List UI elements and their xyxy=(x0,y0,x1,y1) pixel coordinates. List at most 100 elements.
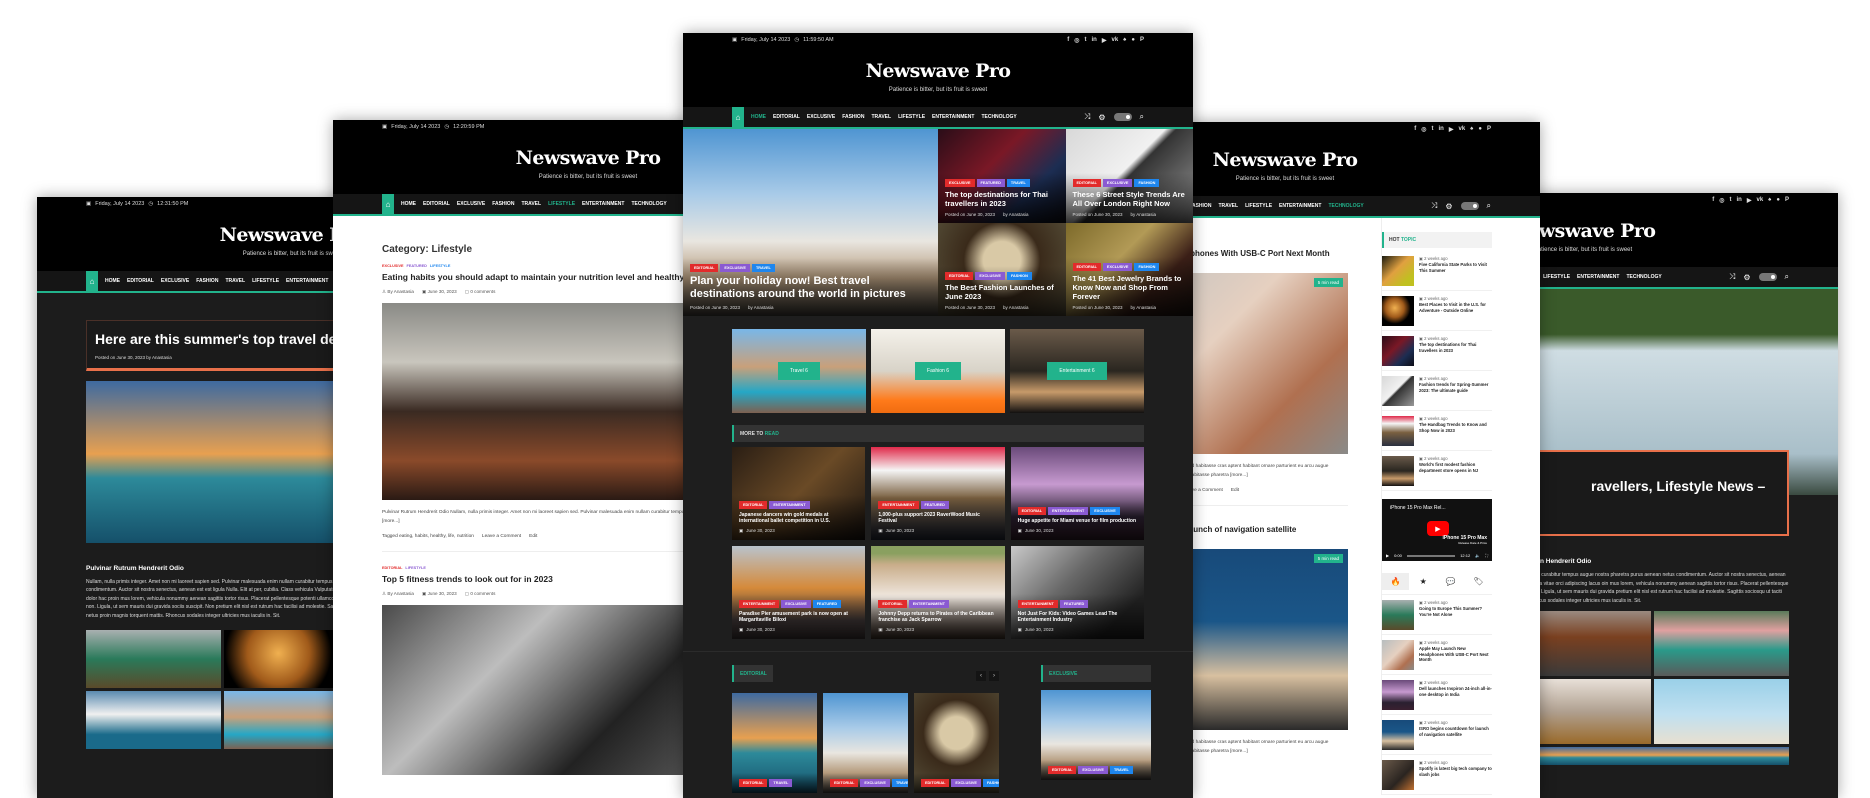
youtube-icon[interactable]: ▶ xyxy=(1449,126,1454,133)
category-label[interactable]: Fashion 6 xyxy=(915,362,961,380)
edit-link[interactable]: Edit xyxy=(1231,488,1239,493)
category-tag[interactable]: Entertainment xyxy=(1017,600,1058,608)
instagram-icon[interactable]: ◎ xyxy=(1074,37,1079,44)
dark-mode-toggle[interactable] xyxy=(1460,202,1479,210)
post-title[interactable]: Huge appetite for Miami venue for film p… xyxy=(1018,518,1137,524)
nav-item-editorial[interactable]: Editorial xyxy=(773,114,800,120)
post-title[interactable]: Going to Europe This Summer? You're Not … xyxy=(1419,606,1492,617)
category-tag[interactable]: Editorial xyxy=(921,779,950,787)
home-icon[interactable]: ⌂ xyxy=(382,194,394,214)
post-thumbnail[interactable] xyxy=(1382,680,1414,710)
editorial-card[interactable]: EditorialExclusiveTravel xyxy=(823,693,908,793)
post-title[interactable]: Spotify is latest big tech company to sl… xyxy=(1419,766,1492,777)
category-tag[interactable]: Entertainment xyxy=(769,501,810,509)
hero-post[interactable]: Editorial Exclusive Travel Plan your holida… xyxy=(683,129,938,316)
video-player[interactable]: iPhone 15 Pro Max Rel... ▶ iPhone 15 Pro… xyxy=(1382,499,1492,561)
linkedin-icon[interactable]: in xyxy=(1439,126,1444,133)
category-link[interactable]: Lifestyle xyxy=(405,566,425,570)
settings-icon[interactable]: ⚙ xyxy=(1098,113,1105,122)
tag-icon[interactable]: 🏷 xyxy=(1465,573,1492,590)
category-label[interactable]: Travel 6 xyxy=(778,362,820,380)
settings-icon[interactable]: ⚙ xyxy=(1445,202,1452,211)
post-card[interactable]: Entertainment Featured 1,000-plus support … xyxy=(871,447,1005,540)
search-icon[interactable]: ⌕ xyxy=(1785,272,1789,282)
youtube-icon[interactable]: ▶ xyxy=(1102,37,1107,44)
editorial-card[interactable]: Editorial Travel xyxy=(732,693,817,793)
category-tag[interactable]: Exclusive xyxy=(951,779,981,787)
facebook-icon[interactable]: f xyxy=(1414,126,1416,133)
post-thumbnail[interactable] xyxy=(1382,640,1414,670)
exclusive-card[interactable]: Editorial Exclusive Travel xyxy=(1041,690,1151,780)
meta-comments[interactable]: ▢ 0 comments xyxy=(465,289,496,295)
category-link[interactable]: Exclusive xyxy=(382,264,404,268)
category-tag[interactable]: Fashion xyxy=(1134,263,1160,271)
vk-icon[interactable]: vk xyxy=(1458,126,1465,133)
nav-item-editorial[interactable]: Editorial xyxy=(423,201,450,207)
gallery-image[interactable] xyxy=(1653,679,1789,745)
home-icon[interactable]: ⌂ xyxy=(86,271,98,291)
category-tag[interactable]: Exclusive xyxy=(975,272,1005,280)
category-label[interactable]: Entertainment 6 xyxy=(1047,362,1107,380)
category-tag[interactable]: Fashion xyxy=(1006,272,1032,280)
post-thumbnail[interactable] xyxy=(1382,760,1414,790)
twitter-icon[interactable]: t xyxy=(1432,126,1434,133)
nav-item-technology[interactable]: Technology xyxy=(981,114,1016,120)
nav-item-entertainment[interactable]: Entertainment xyxy=(582,201,624,207)
nav-item-entertainment[interactable]: Entertainment xyxy=(1577,274,1619,280)
post-title[interactable]: The Best Fashion Launches of June 2023 xyxy=(945,283,1059,301)
category-tag[interactable]: Entertainment xyxy=(739,600,780,608)
star-icon[interactable]: ★ xyxy=(1410,573,1437,590)
nav-item-lifestyle[interactable]: Lifestyle xyxy=(898,114,925,120)
category-tag[interactable]: Editorial xyxy=(739,779,768,787)
post-title[interactable]: Japanese dancers win gold medals at inte… xyxy=(739,512,858,524)
facebook-icon[interactable]: f xyxy=(1712,197,1714,204)
category-tag[interactable]: Editorial xyxy=(1048,766,1077,774)
spotify-icon[interactable]: ● xyxy=(1131,37,1135,44)
post-card[interactable]: Editorial Entertainment Japanese dancers w… xyxy=(732,447,866,540)
pinterest-icon[interactable]: P xyxy=(1785,197,1789,204)
meta-date[interactable]: ▣ June 30, 2023 xyxy=(422,591,457,597)
post-title[interactable]: ISRO begins countdown for launch of navi… xyxy=(1419,726,1492,737)
post-card[interactable]: Entertainment Featured Not Just For Kids: … xyxy=(1010,546,1144,639)
nav-item-fashion[interactable]: Fashion xyxy=(196,278,218,284)
sidebar-post[interactable]: ▣ 2 weeks ago Spotify is latest big tech … xyxy=(1382,755,1492,795)
category-tag[interactable]: Editorial xyxy=(878,600,907,608)
leave-comment-link[interactable]: ave a Comment xyxy=(1189,488,1223,493)
sidebar-post[interactable]: ▣ 2 weeks ago World's first modest fashio… xyxy=(1382,451,1492,491)
post-title[interactable]: Dell launches Inspiron 24-inch all-in-on… xyxy=(1419,686,1492,697)
post-thumbnail[interactable] xyxy=(1382,456,1414,486)
gallery-image[interactable] xyxy=(86,630,222,689)
facebook-icon[interactable]: f xyxy=(1067,37,1069,44)
snapchat-icon[interactable]: ♠ xyxy=(1768,197,1771,204)
vk-icon[interactable]: vk xyxy=(1111,37,1118,44)
post-card[interactable]: Entertainment Exclusive Featured Paradise P… xyxy=(732,546,866,639)
nav-item-technology[interactable]: Technology xyxy=(631,201,666,207)
category-tag[interactable]: Fashion xyxy=(982,779,999,787)
nav-item-exclusive[interactable]: Exclusive xyxy=(161,278,189,284)
post-card[interactable]: Editorial Entertainment Exclusive Huge appe… xyxy=(1010,447,1144,540)
chevron-right-icon[interactable]: › xyxy=(989,671,999,681)
snapchat-icon[interactable]: ♠ xyxy=(1123,37,1126,44)
post-author[interactable]: by Anastasia xyxy=(748,305,774,310)
nav-item-home[interactable]: Home xyxy=(751,114,766,120)
post-author[interactable]: by Anastasia xyxy=(1003,212,1029,217)
fullscreen-icon[interactable]: ⛶ xyxy=(1485,553,1488,558)
post-title[interactable]: Plan your holiday now! Best travel desti… xyxy=(690,275,931,301)
volume-icon[interactable]: 🔈 xyxy=(1475,553,1480,558)
dark-mode-toggle[interactable] xyxy=(1758,273,1777,281)
category-card[interactable]: Travel 6 xyxy=(732,329,866,413)
nav-item-fashion[interactable]: Fashion xyxy=(842,114,864,120)
play-icon[interactable]: ▶ xyxy=(1386,553,1389,558)
instagram-icon[interactable]: ◎ xyxy=(1719,197,1724,204)
category-tag[interactable]: Editorial xyxy=(739,501,768,509)
post-thumbnail[interactable] xyxy=(1382,416,1414,446)
sidebar-post[interactable]: ▣ 2 weeks ago The top destinations for Th… xyxy=(1382,331,1492,371)
category-tag[interactable]: Exclusive xyxy=(1102,263,1133,271)
category-tag[interactable]: Featured xyxy=(920,501,949,509)
nav-item-lifestyle[interactable]: Lifestyle xyxy=(1543,274,1570,280)
nav-item-technology[interactable]: Technology xyxy=(1626,274,1661,280)
nav-item-technology[interactable]: Technology xyxy=(1328,203,1363,209)
category-tag[interactable]: Editorial xyxy=(830,779,859,787)
nav-item-fashion[interactable]: Fashion xyxy=(492,201,514,207)
category-tag[interactable]: Travel xyxy=(891,779,908,787)
